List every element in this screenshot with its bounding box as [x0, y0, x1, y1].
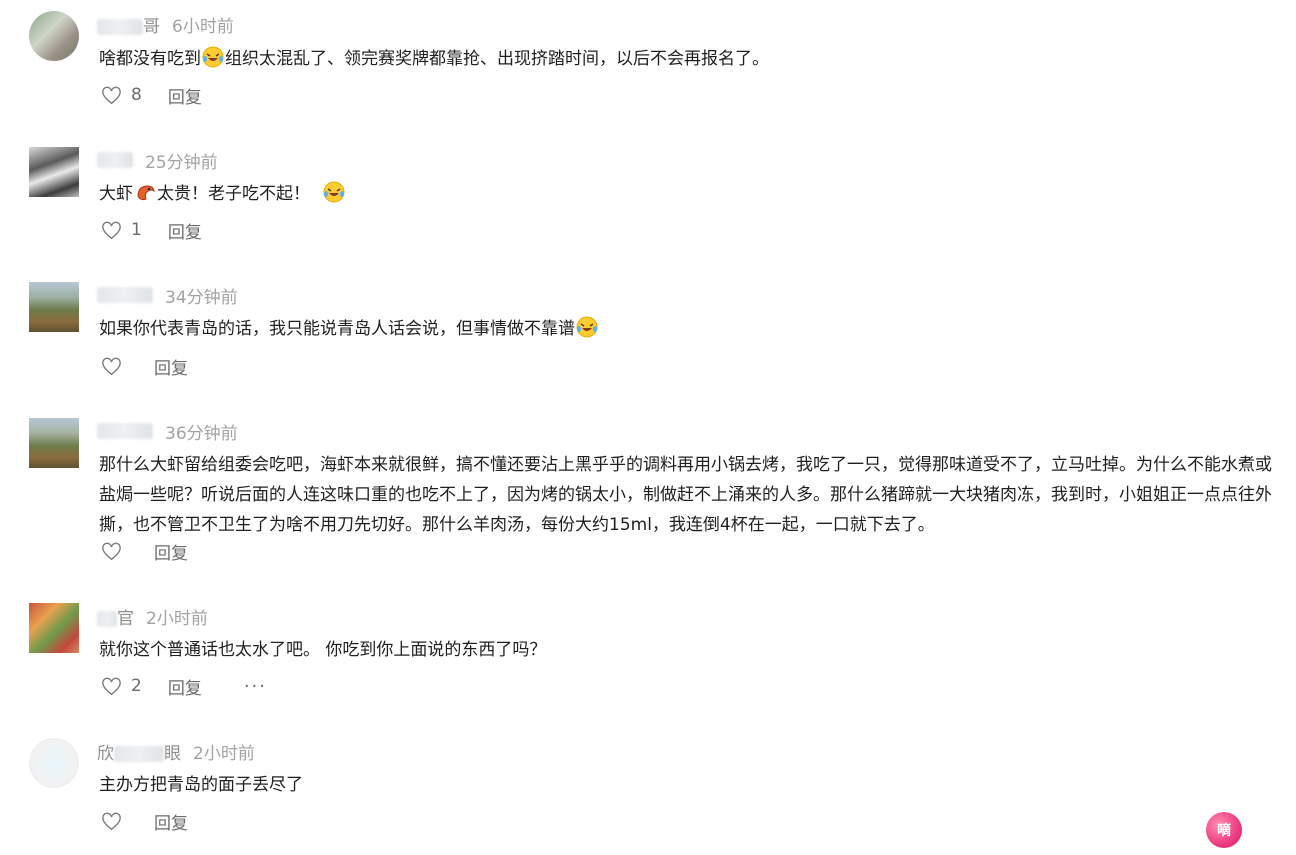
comment-text-part: 主办方把青岛的面子丢尽了	[99, 775, 303, 795]
comment-meta: 官 2小时前	[97, 604, 208, 629]
heart-icon	[102, 812, 121, 830]
avatar[interactable]	[29, 738, 79, 788]
laughing-crying-emoji	[323, 181, 345, 203]
heart-icon	[102, 221, 121, 239]
avatar[interactable]	[29, 282, 79, 332]
reply-button[interactable]: 回复	[154, 809, 188, 834]
comment-text-part: 大虾	[99, 184, 133, 204]
reply-button[interactable]: 回复	[168, 674, 202, 699]
comment-text-part: 太贵！老子吃不起！	[157, 184, 310, 204]
avatar[interactable]	[29, 418, 79, 468]
avatar[interactable]	[29, 147, 79, 197]
more-options-button[interactable]: ···	[244, 676, 267, 697]
username[interactable]	[97, 285, 165, 305]
blurred-name	[97, 610, 117, 627]
username-visible-part: 欣	[97, 743, 114, 764]
timestamp: 2小时前	[146, 608, 208, 629]
comment-text-part: 组织太混乱了、领完赛奖牌都靠抢、出现挤踏时间，以后不会再报名了。	[225, 49, 769, 69]
like-count: 2	[131, 676, 142, 696]
blurred-name	[97, 152, 133, 168]
heart-icon	[102, 677, 121, 695]
blurred-name	[97, 18, 143, 35]
comment-text-part: 如果你代表青岛的话，我只能说青岛人话会说，但事情做不靠谱	[99, 319, 575, 339]
like-button[interactable]: 2	[101, 676, 142, 696]
blurred-name	[97, 423, 153, 439]
timestamp: 25分钟前	[145, 152, 218, 173]
username[interactable]: 哥	[97, 12, 172, 37]
timestamp: 34分钟前	[165, 287, 238, 308]
reply-button[interactable]: 回复	[168, 83, 202, 108]
avatar[interactable]	[29, 603, 79, 653]
timestamp: 36分钟前	[165, 423, 238, 444]
comment-text: 啥都没有吃到 组织太混乱了、领完赛奖牌都靠抢、出现挤踏时间，以后不会再报名了。	[99, 44, 1279, 74]
reply-button[interactable]: 回复	[154, 539, 188, 564]
like-button[interactable]: 1	[101, 220, 142, 240]
comment-meta: 25分钟前	[97, 148, 218, 173]
comment-text-part: 就你这个普通话也太水了吧。 你吃到你上面说的东西了吗？	[99, 640, 547, 660]
comment-actions: 2 回复 ···	[101, 674, 267, 699]
avatar[interactable]	[29, 11, 79, 61]
username-visible-part: 眼	[164, 743, 181, 764]
reply-button[interactable]: 回复	[168, 218, 202, 243]
timestamp: 2小时前	[193, 743, 255, 764]
reply-button[interactable]: 回复	[154, 354, 188, 379]
like-button[interactable]: 8	[101, 85, 142, 105]
comment-meta: 36分钟前	[97, 419, 238, 444]
comment-actions: 回复	[101, 539, 188, 564]
username-visible-part: 哥	[143, 16, 160, 37]
blurred-name	[114, 745, 164, 762]
comment-text: 大虾 太贵！老子吃不起！	[99, 179, 1279, 209]
watermark-logo: 嘀	[1206, 812, 1242, 848]
comment-text: 主办方把青岛的面子丢尽了	[99, 770, 1279, 800]
blurred-name	[97, 287, 153, 303]
username[interactable]	[97, 421, 165, 441]
comment-actions: 回复	[101, 809, 188, 834]
like-count: 1	[131, 220, 142, 240]
laughing-crying-emoji	[202, 46, 224, 68]
heart-icon	[102, 357, 121, 375]
shrimp-emoji	[137, 185, 155, 201]
username[interactable]: 官	[97, 604, 146, 629]
heart-icon	[102, 542, 121, 560]
comment-actions: 回复	[101, 354, 188, 379]
comment-actions: 8 回复	[101, 83, 202, 108]
comment-text: 如果你代表青岛的话，我只能说青岛人话会说，但事情做不靠谱	[99, 314, 1279, 344]
watermark-text: 嘀	[1217, 823, 1231, 839]
like-button[interactable]	[101, 542, 122, 561]
comment-meta: 34分钟前	[97, 283, 238, 308]
comment-meta: 欣眼 2小时前	[97, 739, 255, 764]
comment-actions: 1 回复	[101, 218, 202, 243]
comment-text: 就你这个普通话也太水了吧。 你吃到你上面说的东西了吗？	[99, 635, 1279, 665]
username[interactable]: 欣眼	[97, 739, 193, 764]
laughing-crying-emoji	[576, 316, 598, 338]
comment-meta: 哥 6小时前	[97, 12, 234, 37]
comment-text-part: 啥都没有吃到	[99, 49, 201, 69]
username[interactable]	[97, 150, 145, 170]
heart-icon	[102, 86, 121, 104]
comment-text: 那什么大虾留给组委会吃吧，海虾本来就很鲜，搞不懂还要沾上黑乎乎的调料再用小锅去烤…	[99, 450, 1279, 540]
like-count: 8	[131, 85, 142, 105]
timestamp: 6小时前	[172, 16, 234, 37]
like-button[interactable]	[101, 357, 122, 376]
comment-text-part: 那什么大虾留给组委会吃吧，海虾本来就很鲜，搞不懂还要沾上黑乎乎的调料再用小锅去烤…	[99, 455, 1272, 535]
like-button[interactable]	[101, 812, 122, 831]
username-visible-part: 官	[117, 608, 134, 629]
